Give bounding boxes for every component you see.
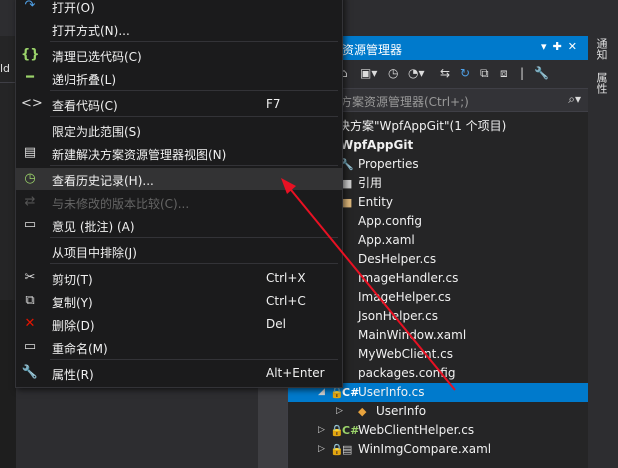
arrow-line xyxy=(286,184,456,391)
arrow-head xyxy=(281,178,296,194)
annotation-arrow xyxy=(281,178,456,391)
